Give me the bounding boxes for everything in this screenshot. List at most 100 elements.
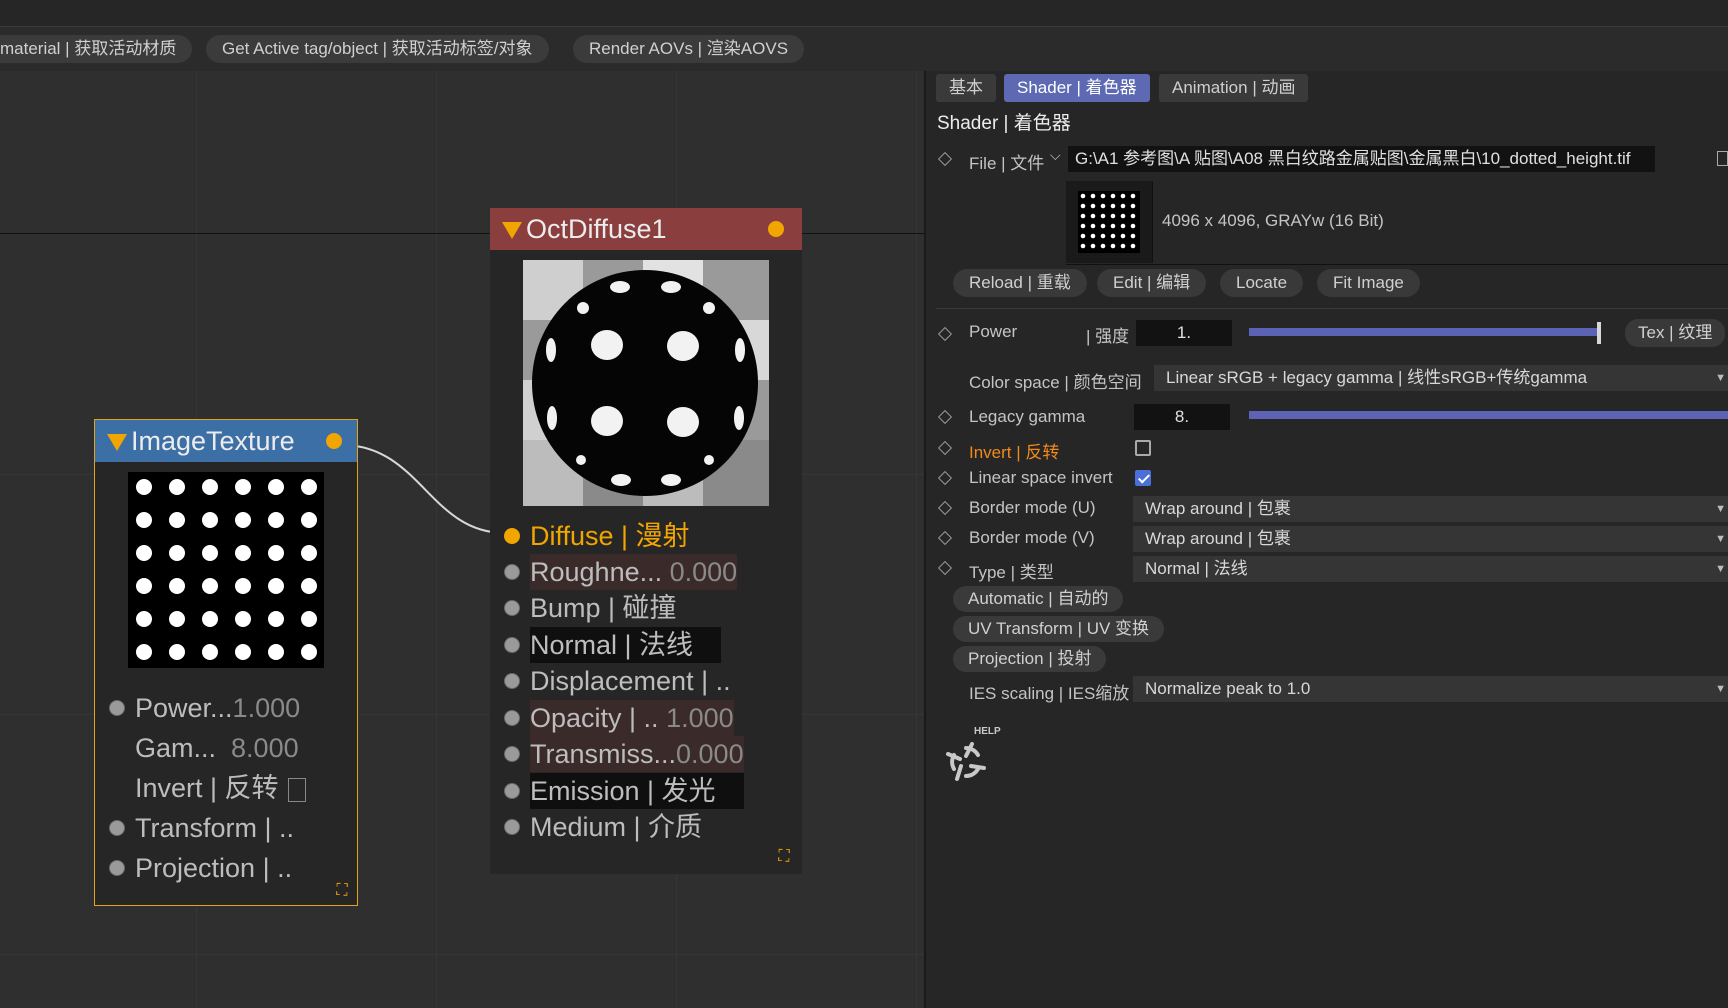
type-value: Normal | 法线 xyxy=(1145,559,1248,578)
colorspace-dropdown[interactable]: Linear sRGB + legacy gamma | 线性sRGB+传统ga… xyxy=(1154,365,1728,391)
input-port-dot[interactable] xyxy=(504,637,520,653)
edit-button[interactable]: Edit | 编辑 xyxy=(1097,269,1207,297)
input-port-dot[interactable] xyxy=(504,673,520,689)
locate-button[interactable]: Locate xyxy=(1220,269,1304,297)
get-active-tag-object-button[interactable]: Get Active tag/object | 获取活动标签/对象 xyxy=(206,35,549,63)
input-port-dot[interactable] xyxy=(504,600,520,616)
port-gamma[interactable]: Gam... 8.000 xyxy=(135,730,299,766)
port-transmission[interactable]: Transmiss...0.000 xyxy=(504,736,744,772)
oct-diffuse-node-header[interactable]: OctDiffuse1 xyxy=(490,208,802,250)
input-port-dot[interactable] xyxy=(504,746,520,762)
port-normal[interactable]: Normal | 法线 xyxy=(504,627,722,663)
keyframe-diamond-icon[interactable] xyxy=(937,470,953,486)
expand-icon[interactable]: ⛶ xyxy=(775,848,793,866)
render-aovs-button[interactable]: Render AOVs | 渲染AOVS xyxy=(573,35,805,63)
collapse-triangle-icon[interactable] xyxy=(502,222,522,239)
border-mode-v-value: Wrap around | 包裹 xyxy=(1145,529,1291,548)
node-editor-canvas[interactable]: ImageTexture Power...1.000 Gam... 8.000 … xyxy=(0,71,924,1008)
help-icon[interactable]: HELP xyxy=(944,726,1004,786)
port-projection[interactable]: Projection | .. xyxy=(109,850,292,886)
keyframe-diamond-icon[interactable] xyxy=(937,500,953,516)
keyframe-diamond-icon[interactable] xyxy=(937,326,953,342)
port-diffuse[interactable]: Diffuse | 漫射 xyxy=(504,518,690,554)
port-invert[interactable]: Invert | 反转 xyxy=(135,770,307,806)
invert-checkbox[interactable] xyxy=(1135,440,1151,456)
thumbnail-dots xyxy=(1078,191,1140,253)
port-label: Gam... xyxy=(135,733,217,763)
port-displacement[interactable]: Displacement | .. xyxy=(504,663,731,699)
oct-diffuse-node[interactable]: OctDiffuse1 Diffuse | 漫射 Roughne... 0.00… xyxy=(490,208,802,874)
port-power[interactable]: Power...1.000 xyxy=(109,690,300,726)
port-emission[interactable]: Emission | 发光 xyxy=(504,773,744,809)
port-label: Bump | 碰撞 xyxy=(530,593,677,623)
port-label: Power... xyxy=(135,693,233,723)
input-port-dot-connected[interactable] xyxy=(504,528,520,544)
attribute-panel: 基本 Shader | 着色器 Animation | 动画 Shader | … xyxy=(924,71,1728,1008)
input-port-dot[interactable] xyxy=(109,860,125,876)
input-port-dot[interactable] xyxy=(109,820,125,836)
image-thumbnail xyxy=(1066,181,1153,263)
tab-animation[interactable]: Animation | 动画 xyxy=(1159,74,1309,102)
tab-shader[interactable]: Shader | 着色器 xyxy=(1004,74,1150,102)
input-port-dot[interactable] xyxy=(504,819,520,835)
file-path-field[interactable]: G:\A1 参考图\A 贴图\A08 黑白纹路金属贴图\金属黑白\10_dott… xyxy=(1068,146,1655,172)
border-mode-u-dropdown[interactable]: Wrap around | 包裹 ▼ xyxy=(1133,496,1728,522)
type-dropdown[interactable]: Normal | 法线 ▼ xyxy=(1133,556,1728,582)
keyframe-diamond-icon[interactable] xyxy=(937,530,953,546)
help-label: HELP xyxy=(974,726,1001,737)
legacy-gamma-slider-track[interactable] xyxy=(1249,411,1728,419)
input-port-dot[interactable] xyxy=(109,700,125,716)
ies-scaling-dropdown[interactable]: Normalize peak to 1.0 ▼ xyxy=(1133,676,1728,702)
invert-checkbox[interactable] xyxy=(288,777,307,802)
linear-space-invert-label: Linear space invert xyxy=(969,468,1113,487)
port-roughness[interactable]: Roughne... 0.000 xyxy=(504,554,738,590)
section-projection[interactable]: Projection | 投射 xyxy=(953,646,1107,672)
keyframe-diamond-icon[interactable] xyxy=(937,409,953,425)
input-port-dot[interactable] xyxy=(504,564,520,580)
port-label: Transmiss... xyxy=(530,739,677,769)
reload-button[interactable]: Reload | 重载 xyxy=(953,269,1087,297)
power-value-field[interactable]: 1. xyxy=(1136,320,1232,346)
keyframe-diamond-icon[interactable] xyxy=(937,440,953,456)
dropdown-caret-icon: ▼ xyxy=(1715,503,1726,515)
port-value: 8.000 xyxy=(231,733,299,763)
output-port-dot[interactable] xyxy=(768,221,784,237)
collapse-triangle-icon[interactable] xyxy=(107,434,127,451)
image-info-text: 4096 x 4096, GRAYw (16 Bit) xyxy=(1162,211,1384,230)
output-port-dot[interactable] xyxy=(326,433,342,449)
image-texture-node-header[interactable]: ImageTexture xyxy=(95,420,357,462)
input-port-dot[interactable] xyxy=(504,710,520,726)
tex-button[interactable]: Tex | 纹理 xyxy=(1625,319,1726,347)
power-slider-handle[interactable] xyxy=(1597,322,1601,344)
expand-icon[interactable]: ⛶ xyxy=(333,882,351,900)
keyframe-diamond-icon[interactable] xyxy=(937,560,953,576)
keyframe-diamond-icon[interactable] xyxy=(937,151,953,167)
invert-label: Invert | 反转 xyxy=(969,443,1060,462)
border-mode-v-dropdown[interactable]: Wrap around | 包裹 ▼ xyxy=(1133,526,1728,552)
ies-scaling-label: IES scaling | IES缩放 xyxy=(969,684,1130,703)
port-medium[interactable]: Medium | 介质 xyxy=(504,809,703,845)
chevron-down-icon[interactable]: ⌵ xyxy=(1050,147,1061,164)
port-label: Medium | 介质 xyxy=(530,812,703,842)
image-texture-node[interactable]: ImageTexture Power...1.000 Gam... 8.000 … xyxy=(94,419,358,906)
port-bump[interactable]: Bump | 碰撞 xyxy=(504,590,677,626)
linear-space-invert-checkbox[interactable] xyxy=(1135,470,1151,486)
fit-image-button[interactable]: Fit Image xyxy=(1317,269,1420,297)
file-browse-icon[interactable] xyxy=(1717,151,1728,166)
colorspace-value: Linear sRGB + legacy gamma | 线性sRGB+传统ga… xyxy=(1166,368,1588,387)
get-active-material-button[interactable]: material | 获取活动材质 xyxy=(0,35,193,63)
port-label: Diffuse | 漫射 xyxy=(530,521,690,551)
port-opacity[interactable]: Opacity | .. 1.000 xyxy=(504,700,734,736)
tab-basic[interactable]: 基本 xyxy=(936,74,996,102)
input-port-dot[interactable] xyxy=(504,783,520,799)
legacy-gamma-field[interactable]: 8. xyxy=(1134,404,1230,430)
node-toolbar: material | 获取活动材质 Get Active tag/object … xyxy=(0,27,1728,71)
texture-preview-image xyxy=(128,472,324,668)
section-automatic[interactable]: Automatic | 自动的 xyxy=(953,586,1124,612)
port-transform[interactable]: Transform | .. xyxy=(109,810,322,846)
legacy-gamma-label: Legacy gamma xyxy=(969,407,1086,426)
section-uv-transform[interactable]: UV Transform | UV 变换 xyxy=(953,616,1165,642)
node-title: ImageTexture xyxy=(131,426,295,456)
border-mode-u-label: Border mode (U) xyxy=(969,498,1096,517)
power-slider-track[interactable] xyxy=(1249,328,1599,336)
